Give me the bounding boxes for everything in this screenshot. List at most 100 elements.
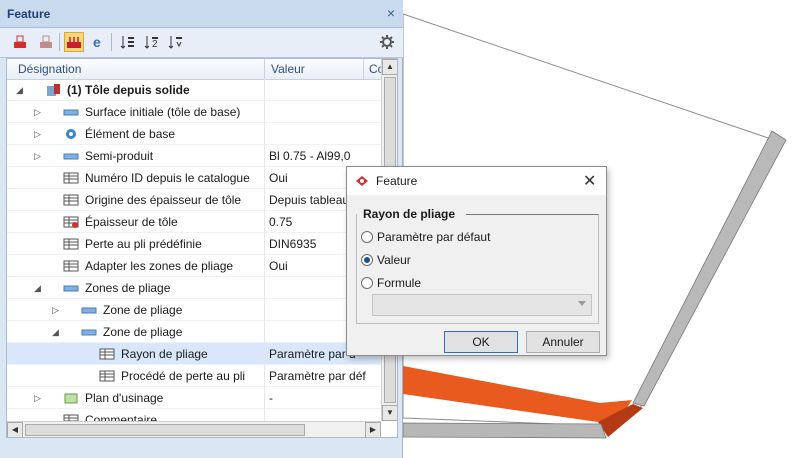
scroll-up-icon[interactable]: ▲ — [382, 59, 397, 75]
radio-default[interactable] — [361, 231, 373, 243]
tree-row[interactable]: Procédé de perte au pli Paramètre par dé… — [7, 365, 381, 387]
panel-close-icon[interactable]: × — [384, 5, 398, 21]
feature-toolbar: e 2 — [0, 28, 403, 58]
tree-row[interactable]: ▷ Surface initiale (tôle de base) — [7, 101, 381, 123]
sheet-edge-bottom — [403, 422, 607, 439]
row-label: Élément de base — [85, 127, 176, 141]
tree-row[interactable]: ▷ Élément de base — [7, 123, 381, 145]
tree-row[interactable]: Adapter les zones de pliage Oui — [7, 255, 381, 277]
scroll-thumb[interactable] — [25, 424, 305, 436]
scroll-left-icon[interactable]: ◀ — [7, 422, 23, 437]
row-label: Zone de pliage — [103, 303, 183, 317]
collapse-icon[interactable]: ◢ — [16, 84, 26, 96]
row-label: Perte au pli prédéfinie — [85, 237, 202, 251]
table-icon — [63, 193, 79, 207]
sheet-active-icon[interactable] — [64, 32, 84, 52]
row-value[interactable]: - — [269, 391, 379, 405]
row-label: Procédé de perte au pli — [121, 369, 246, 383]
tree-row[interactable]: Perte au pli prédéfinie DIN6935 — [7, 233, 381, 255]
machining-plan-icon — [63, 391, 79, 405]
surface-icon — [63, 281, 79, 295]
svg-text:e: e — [93, 34, 101, 50]
dialog-title: Feature — [376, 174, 418, 188]
header-divider[interactable] — [264, 59, 265, 79]
tree-row[interactable]: ◢ Zone de pliage — [7, 321, 381, 343]
row-label: Adapter les zones de pliage — [85, 259, 234, 273]
row-label: Épaisseur de tôle — [85, 215, 178, 229]
expand-icon[interactable]: ▷ — [34, 106, 44, 118]
radio-value[interactable] — [361, 254, 373, 266]
sheet-gray-icon[interactable] — [36, 32, 56, 52]
ok-button[interactable]: OK — [444, 331, 518, 353]
chevron-down-icon — [578, 301, 586, 306]
table-icon — [63, 237, 79, 251]
row-label: Zones de pliage — [85, 281, 171, 295]
feature-dialog: Feature ✕ Rayon de pliage Paramètre par … — [346, 166, 607, 356]
row-value[interactable]: Bl 0.75 - Al99,0 — [269, 149, 379, 163]
row-label: (1) Tôle depuis solide — [67, 83, 190, 97]
expand-icon[interactable]: ▷ — [34, 392, 44, 404]
grid-header: Désignation Valeur Co — [7, 59, 381, 80]
row-label: Rayon de pliage — [121, 347, 208, 361]
table-warning-icon — [63, 215, 79, 229]
feature-tree-grid: Désignation Valeur Co ◢ (1) Tôle depuis … — [6, 58, 398, 438]
radio-value-label[interactable]: Valeur — [377, 253, 411, 267]
tree-row[interactable]: ▷ Plan d'usinage - — [7, 387, 381, 409]
tree-row[interactable]: Épaisseur de tôle 0.75 — [7, 211, 381, 233]
dialog-title-bar: Feature ✕ — [347, 167, 606, 195]
svg-text:2: 2 — [152, 39, 158, 50]
sort-2-icon[interactable]: 2 — [142, 32, 162, 52]
row-value[interactable]: Paramètre par déf — [269, 369, 379, 383]
surface-icon — [81, 303, 97, 317]
header-col3[interactable]: Co — [369, 62, 381, 76]
panel-title-bar: Feature × — [0, 0, 403, 28]
radio-default-label[interactable]: Paramètre par défaut — [377, 230, 490, 244]
row-label: Origine des épaisseur de tôle — [85, 193, 242, 207]
sort-list-icon[interactable] — [118, 32, 138, 52]
e-icon[interactable]: e — [88, 32, 108, 52]
app-logo-icon — [355, 174, 369, 191]
collapse-icon[interactable]: ◢ — [34, 282, 44, 294]
tree-row[interactable]: ◢ Zones de pliage — [7, 277, 381, 299]
table-icon — [99, 347, 115, 361]
row-label: Surface initiale (tôle de base) — [85, 105, 241, 119]
cancel-button[interactable]: Annuler — [526, 331, 600, 353]
surface-icon — [63, 105, 79, 119]
row-label: Zone de pliage — [103, 325, 183, 339]
scroll-right-icon[interactable]: ▶ — [365, 422, 381, 437]
tree-row[interactable]: ▷ Zone de pliage — [7, 299, 381, 321]
surface-icon — [63, 149, 79, 163]
tree-row[interactable]: ▷ Semi-produit Bl 0.75 - Al99,0 — [7, 145, 381, 167]
formula-combobox[interactable] — [372, 294, 592, 316]
row-label: Plan d'usinage — [85, 391, 164, 405]
dialog-close-icon[interactable]: ✕ — [583, 171, 596, 191]
radio-formula[interactable] — [361, 277, 373, 289]
expand-icon[interactable]: ▷ — [52, 304, 62, 316]
sort-down-icon[interactable] — [166, 32, 186, 52]
tree-row-selected[interactable]: Rayon de pliage Paramètre par d — [7, 343, 381, 365]
tree-row[interactable]: Origine des épaisseur de tôle Depuis tab… — [7, 189, 381, 211]
horizontal-scrollbar[interactable]: ◀ ▶ — [7, 421, 381, 437]
scroll-down-icon[interactable]: ▼ — [382, 405, 397, 421]
row-label: Numéro ID depuis le catalogue — [85, 171, 250, 185]
tree-row[interactable]: ◢ (1) Tôle depuis solide — [7, 79, 381, 101]
tree-rows: ◢ (1) Tôle depuis solide ▷ Surface initi… — [7, 79, 381, 431]
settings-gear-icon[interactable] — [377, 32, 397, 52]
feature-panel: Feature × e 2 Désignation Valeur C ◢ (1)… — [0, 0, 403, 458]
collapse-icon[interactable]: ◢ — [52, 326, 62, 338]
header-valeur[interactable]: Valeur — [271, 62, 305, 76]
table-icon — [63, 259, 79, 273]
expand-icon[interactable]: ▷ — [34, 128, 44, 140]
header-designation[interactable]: Désignation — [18, 62, 81, 76]
toolbar-separator — [59, 33, 60, 51]
table-icon — [63, 171, 79, 185]
tree-row[interactable]: Numéro ID depuis le catalogue Oui — [7, 167, 381, 189]
row-label: Semi-produit — [85, 149, 154, 163]
expand-icon[interactable]: ▷ — [34, 150, 44, 162]
radio-formula-label[interactable]: Formule — [377, 276, 421, 290]
gear-element-icon — [63, 127, 79, 141]
sheet-red-icon[interactable] — [10, 32, 30, 52]
sheet-solid-icon — [45, 83, 61, 97]
header-divider[interactable] — [363, 59, 364, 79]
surface-icon — [81, 325, 97, 339]
